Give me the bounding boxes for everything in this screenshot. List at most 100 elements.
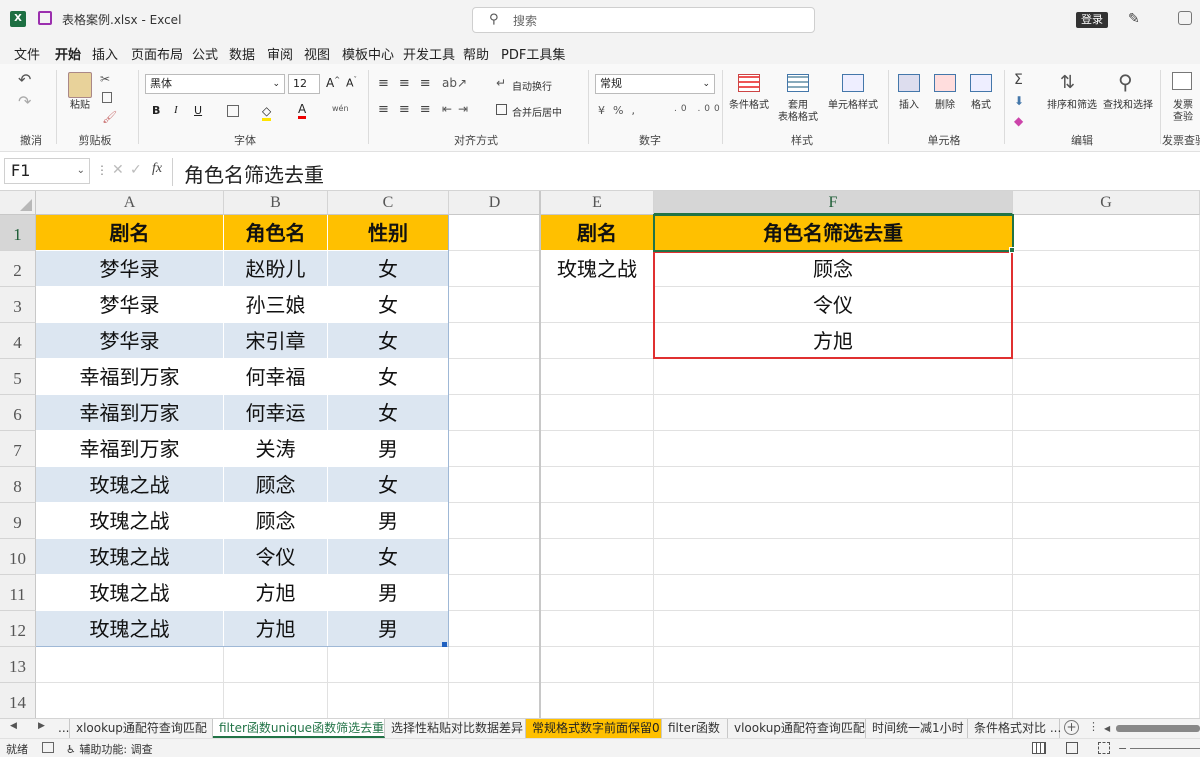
cell[interactable] xyxy=(449,647,541,683)
format-painter-icon[interactable]: 🖌 xyxy=(102,110,117,124)
autosum-icon[interactable]: Σ xyxy=(1014,72,1023,88)
accessibility-status[interactable]: ♿ 辅助功能: 调查 xyxy=(66,741,153,757)
menu-9[interactable]: 开发工具 xyxy=(403,44,455,63)
copy-icon[interactable] xyxy=(102,92,112,103)
paste-label[interactable]: 粘贴 xyxy=(64,100,96,112)
data-cell[interactable]: 幸福到万家 xyxy=(36,431,224,467)
indent-icons[interactable]: ⇤⇥ xyxy=(442,102,474,116)
column-header-F[interactable]: F xyxy=(654,191,1013,215)
cell[interactable] xyxy=(1013,611,1200,647)
redo-icon[interactable]: ↷ xyxy=(18,92,31,111)
paste-icon[interactable] xyxy=(68,72,92,98)
sort-filter-button[interactable]: 排序和筛选 xyxy=(1044,100,1100,112)
cell[interactable] xyxy=(654,431,1013,467)
data-cell[interactable]: 玫瑰之战 xyxy=(36,611,224,647)
header-cell[interactable]: 性别 xyxy=(328,215,449,251)
sheet-tab[interactable]: 常规格式数字前面保留0 xyxy=(526,719,662,738)
pen-icon[interactable]: ✎ xyxy=(1128,11,1140,27)
cell[interactable] xyxy=(654,467,1013,503)
menu-1[interactable]: 开始 xyxy=(55,44,82,67)
merge-icon[interactable] xyxy=(496,104,507,115)
cell[interactable] xyxy=(541,467,654,503)
cell[interactable] xyxy=(449,683,541,718)
cell[interactable] xyxy=(1013,683,1200,718)
cell[interactable] xyxy=(541,287,654,323)
insert-button[interactable]: 插入 xyxy=(894,100,924,112)
cell[interactable] xyxy=(449,503,541,539)
row-header-9[interactable]: 9 xyxy=(0,503,36,539)
data-cell[interactable]: 玫瑰之战 xyxy=(36,575,224,611)
data-cell[interactable]: 女 xyxy=(328,467,449,503)
menu-8[interactable]: 模板中心 xyxy=(342,44,394,63)
cell[interactable] xyxy=(449,215,541,251)
cell[interactable] xyxy=(541,647,654,683)
row-header-6[interactable]: 6 xyxy=(0,395,36,431)
data-cell[interactable]: 方旭 xyxy=(224,575,328,611)
row-header-13[interactable]: 13 xyxy=(0,647,36,683)
row-header-4[interactable]: 4 xyxy=(0,323,36,359)
font-name-select[interactable]: 黑体 ⌄ xyxy=(145,74,285,94)
cell[interactable] xyxy=(328,647,449,683)
column-header-C[interactable]: C xyxy=(328,191,449,215)
format-button[interactable]: 格式 xyxy=(966,100,996,112)
find-icon[interactable]: ⚲ xyxy=(1118,70,1133,94)
data-cell[interactable]: 何幸运 xyxy=(224,395,328,431)
table-format-button[interactable]: 套用 表格格式 xyxy=(774,100,822,124)
decimal-icons[interactable]: .0 .00 xyxy=(674,104,724,114)
number-format-icons[interactable]: ¥%, xyxy=(598,104,643,117)
cell[interactable] xyxy=(541,611,654,647)
macro-record-icon[interactable] xyxy=(42,742,54,753)
cell[interactable] xyxy=(654,395,1013,431)
row-header-5[interactable]: 5 xyxy=(0,359,36,395)
data-cell[interactable]: 何幸福 xyxy=(224,359,328,395)
row-header-10[interactable]: 10 xyxy=(0,539,36,575)
table-format-icon[interactable] xyxy=(787,74,809,92)
cell[interactable] xyxy=(541,683,654,718)
prev-sheet-icon[interactable]: ◀ xyxy=(10,721,17,731)
data-cell[interactable]: 玫瑰之战 xyxy=(36,503,224,539)
result-cell[interactable]: 顾念 xyxy=(654,251,1013,287)
sheet-tab[interactable]: xlookup通配符查询匹配 xyxy=(70,719,213,738)
cut-icon[interactable]: ✂ xyxy=(100,72,110,86)
sheet-tab[interactable]: 时间统一减1小时 xyxy=(866,719,968,738)
save-icon[interactable] xyxy=(38,11,52,25)
cell[interactable] xyxy=(224,683,328,718)
cell[interactable] xyxy=(1013,503,1200,539)
data-cell[interactable]: 女 xyxy=(328,323,449,359)
italic-icon[interactable]: I xyxy=(174,104,178,116)
chevron-down-icon[interactable]: ⌄ xyxy=(77,159,85,183)
cell[interactable] xyxy=(1013,215,1200,251)
cell[interactable] xyxy=(1013,287,1200,323)
cell[interactable] xyxy=(541,395,654,431)
cell[interactable] xyxy=(328,683,449,718)
select-all-button[interactable] xyxy=(0,191,36,215)
cell[interactable] xyxy=(449,539,541,575)
header-cell[interactable]: 剧名 xyxy=(36,215,224,251)
cell[interactable] xyxy=(449,251,541,287)
data-cell[interactable]: 男 xyxy=(328,431,449,467)
cell[interactable] xyxy=(654,575,1013,611)
undo-icon[interactable]: ↶ xyxy=(18,70,31,89)
border-icon[interactable] xyxy=(227,105,239,117)
row-header-7[interactable]: 7 xyxy=(0,431,36,467)
data-cell[interactable]: 梦华录 xyxy=(36,323,224,359)
conditional-format-icon[interactable] xyxy=(738,74,760,92)
data-cell[interactable]: 幸福到万家 xyxy=(36,395,224,431)
insert-cells-icon[interactable] xyxy=(898,74,920,92)
formula-input[interactable]: 角色名筛选去重 xyxy=(184,159,324,188)
normal-view-icon[interactable] xyxy=(1032,742,1046,754)
horizontal-align-icons[interactable]: ≡≡≡ xyxy=(378,102,441,117)
sheet-tab[interactable]: filter函数 xyxy=(662,719,728,738)
worksheet-grid[interactable]: ABCDEFG123456789101112131415剧名角色名性别梦华录赵盼… xyxy=(0,191,1200,718)
data-cell[interactable]: 女 xyxy=(328,251,449,287)
row-header-12[interactable]: 12 xyxy=(0,611,36,647)
cell[interactable] xyxy=(654,359,1013,395)
cell[interactable] xyxy=(1013,251,1200,287)
enter-icon[interactable]: ✓ xyxy=(130,162,142,178)
cell[interactable] xyxy=(654,611,1013,647)
number-format-select[interactable]: 常规 ⌄ xyxy=(595,74,715,94)
data-cell[interactable]: 赵盼儿 xyxy=(224,251,328,287)
cell[interactable] xyxy=(449,611,541,647)
cell[interactable] xyxy=(541,359,654,395)
cell[interactable] xyxy=(541,431,654,467)
